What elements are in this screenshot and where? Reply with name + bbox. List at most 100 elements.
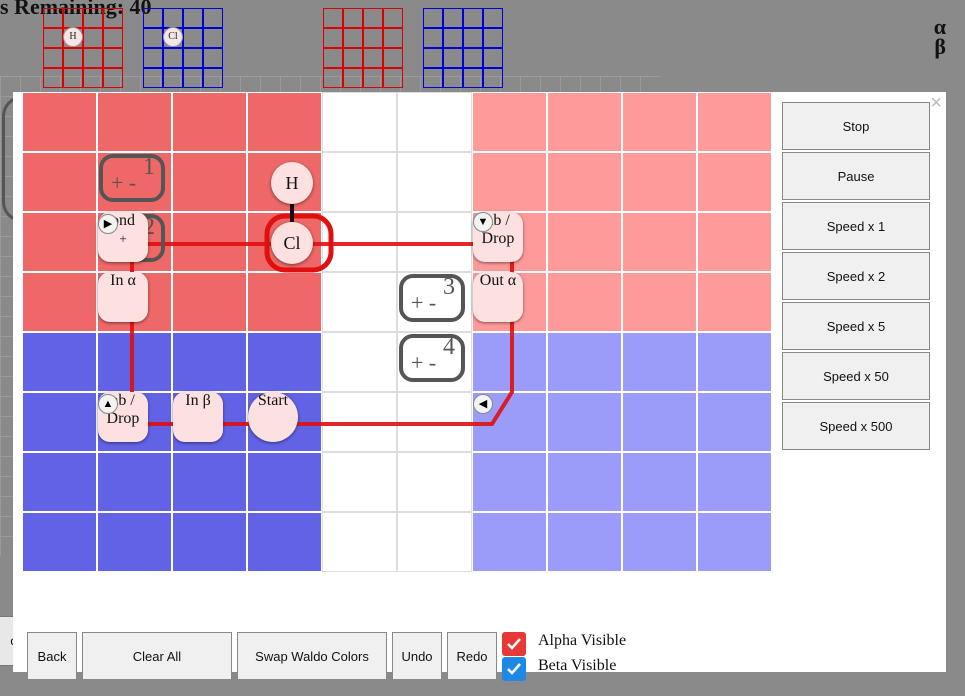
mini-grid-cell bbox=[323, 68, 343, 88]
sensor-1[interactable]: + - 1 bbox=[99, 154, 165, 202]
mini-grid-cell bbox=[163, 48, 183, 68]
mini-grid-cell bbox=[383, 68, 403, 88]
alpha-visible-label: Alpha Visible bbox=[538, 632, 627, 649]
sensor-3[interactable]: + - 3 bbox=[399, 274, 465, 322]
mini-grid-cell bbox=[43, 8, 63, 28]
stop-button[interactable]: Stop bbox=[782, 102, 930, 150]
mini-grid-cell bbox=[143, 68, 163, 88]
speed-x5-button[interactable]: Speed x 5 bbox=[782, 302, 930, 350]
back-button[interactable]: Back bbox=[27, 632, 77, 680]
mini-grid-cell bbox=[423, 8, 443, 28]
alpha-visible-checkbox[interactable] bbox=[502, 632, 526, 656]
mini-grid-cell bbox=[323, 28, 343, 48]
speed-x2-button[interactable]: Speed x 2 bbox=[782, 252, 930, 300]
mini-grid-cell bbox=[343, 28, 363, 48]
arrow-left-icon[interactable]: ◀ bbox=[473, 394, 493, 414]
mini-atom-h: H bbox=[63, 27, 83, 47]
mini-grid-cell bbox=[83, 68, 103, 88]
mini-grid-cell bbox=[103, 8, 123, 28]
mini-grid-cell bbox=[483, 8, 503, 28]
in-beta-label: In β bbox=[185, 392, 211, 409]
mini-grid-cell bbox=[343, 68, 363, 88]
speed-x1-button[interactable]: Speed x 1 bbox=[782, 202, 930, 250]
mini-grid-beta-input bbox=[143, 8, 223, 88]
mini-grid-cell bbox=[43, 68, 63, 88]
mini-grid-cell bbox=[463, 28, 483, 48]
speed-x50-button[interactable]: Speed x 50 bbox=[782, 352, 930, 400]
undo-button[interactable]: Undo bbox=[392, 632, 442, 680]
mini-grid-cell bbox=[363, 8, 383, 28]
mini-grid-cell bbox=[43, 48, 63, 68]
atom-h[interactable]: H bbox=[271, 162, 313, 204]
atom-cl[interactable]: Cl bbox=[271, 222, 313, 264]
beta-symbol: β bbox=[934, 34, 946, 59]
clear-all-button[interactable]: Clear All bbox=[82, 632, 232, 680]
in-beta-piece[interactable]: In β bbox=[173, 392, 223, 442]
mini-grid-cell bbox=[103, 28, 123, 48]
mini-grid-cell bbox=[63, 8, 83, 28]
mini-grid-alpha-output bbox=[323, 8, 403, 88]
mini-grid-cell bbox=[143, 28, 163, 48]
mini-grid-cell bbox=[363, 28, 383, 48]
mini-grid-cell bbox=[323, 48, 343, 68]
mini-grid-cell bbox=[443, 48, 463, 68]
mini-grid-cell bbox=[163, 8, 183, 28]
mini-grid-cell bbox=[143, 8, 163, 28]
arrow-right-icon[interactable]: ▶ bbox=[98, 214, 118, 234]
mini-grid-cell bbox=[423, 68, 443, 88]
close-icon[interactable]: × bbox=[930, 92, 942, 115]
mini-grid-cell bbox=[483, 68, 503, 88]
mini-grid-cell bbox=[103, 68, 123, 88]
mini-grid-cell bbox=[343, 8, 363, 28]
reactor-dialog: × + - 1 + - 2 + - 3 + - 4 ond + bbox=[13, 92, 946, 681]
mini-grid-cell bbox=[63, 68, 83, 88]
start-label: Start bbox=[257, 392, 289, 409]
sensor-4[interactable]: + - 4 bbox=[399, 334, 465, 382]
mini-grid-cell bbox=[343, 48, 363, 68]
grab-drop-alpha-line2: Drop bbox=[481, 230, 515, 247]
sensor-4-sign: + - bbox=[411, 350, 437, 375]
out-alpha-label: Out α bbox=[479, 272, 517, 289]
redo-button[interactable]: Redo bbox=[447, 632, 497, 680]
mini-grid-cell bbox=[323, 8, 343, 28]
mini-grid-cell bbox=[483, 48, 503, 68]
mini-grid-cell bbox=[203, 8, 223, 28]
mini-grid-cell bbox=[363, 68, 383, 88]
arrow-down-icon[interactable]: ▼ bbox=[473, 212, 493, 232]
reactor-board[interactable]: + - 1 + - 2 + - 3 + - 4 ond + ab / Drop … bbox=[22, 92, 773, 573]
mini-grid-cell bbox=[443, 28, 463, 48]
mini-grid-cell bbox=[163, 68, 183, 88]
mini-grid-cell bbox=[183, 8, 203, 28]
out-alpha-piece[interactable]: Out α bbox=[473, 272, 523, 322]
speed-x500-button[interactable]: Speed x 500 bbox=[782, 402, 930, 450]
swap-waldo-colors-button[interactable]: Swap Waldo Colors bbox=[237, 632, 387, 680]
mini-grid-cell bbox=[183, 28, 203, 48]
mini-grid-cell bbox=[203, 68, 223, 88]
in-alpha-piece[interactable]: In α bbox=[98, 272, 148, 322]
mini-grid-cell bbox=[423, 48, 443, 68]
mini-grid-cell bbox=[383, 8, 403, 28]
sensor-1-sign: + - bbox=[111, 170, 137, 195]
mini-grid-cell bbox=[63, 48, 83, 68]
in-alpha-label: In α bbox=[110, 272, 136, 289]
mini-grid-cell bbox=[463, 68, 483, 88]
mini-grid-cell bbox=[363, 48, 383, 68]
mini-atom-cl: Cl bbox=[163, 27, 183, 47]
mini-grid-cell bbox=[103, 48, 123, 68]
start-piece[interactable]: Start bbox=[248, 392, 298, 442]
mini-grid-cell bbox=[383, 28, 403, 48]
beta-visible-checkbox[interactable] bbox=[502, 657, 526, 681]
mini-grid-cell bbox=[203, 48, 223, 68]
mini-grid-cell bbox=[143, 48, 163, 68]
arrow-up-icon[interactable]: ▲ bbox=[98, 394, 118, 414]
beta-visible-label: Beta Visible bbox=[538, 657, 617, 674]
mini-grid-cell bbox=[83, 8, 103, 28]
checkmark-icon bbox=[507, 638, 521, 650]
pause-button[interactable]: Pause bbox=[782, 152, 930, 200]
mini-grid-cell bbox=[183, 68, 203, 88]
mini-grid-beta-output bbox=[423, 8, 503, 88]
mini-grid-cell bbox=[383, 48, 403, 68]
sensor-1-number: 1 bbox=[143, 154, 155, 180]
mini-grid-cell bbox=[483, 28, 503, 48]
mini-grid-cell bbox=[83, 48, 103, 68]
